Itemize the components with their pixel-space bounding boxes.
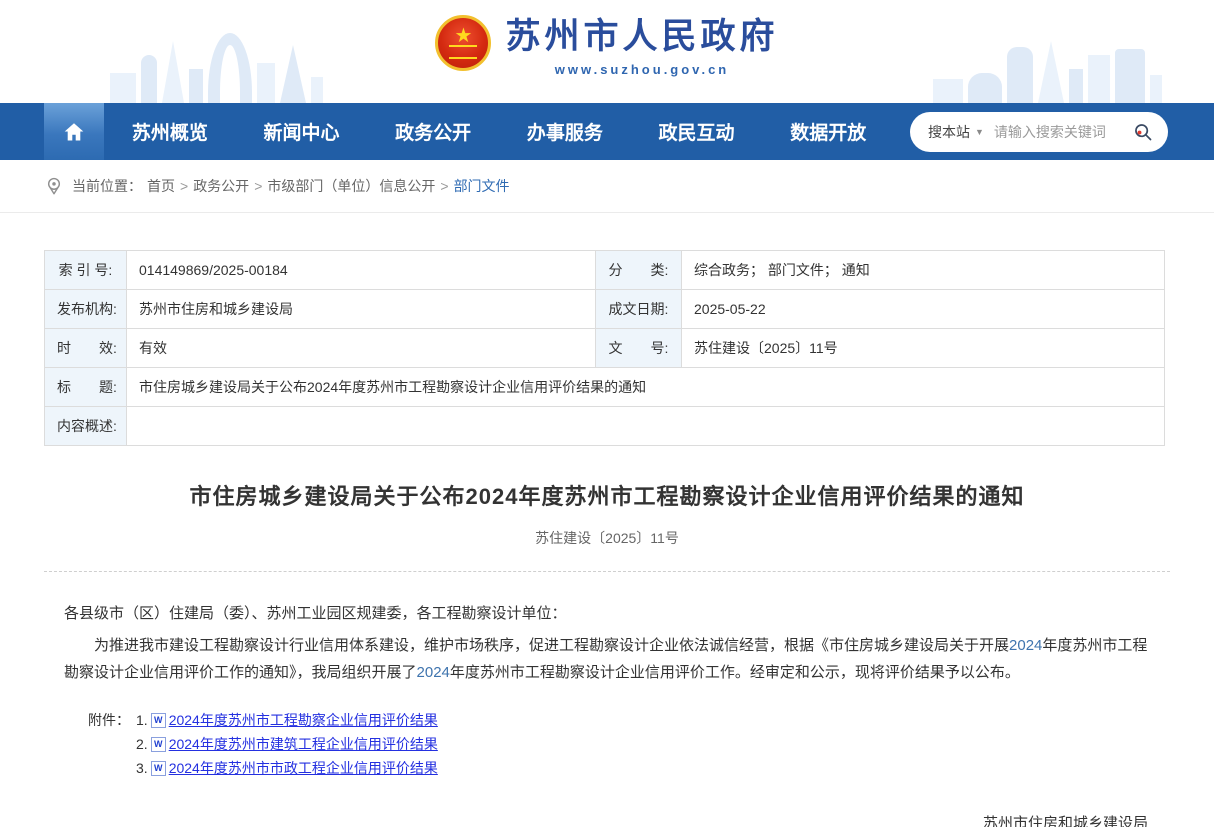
meta-validity-value: 有效 — [127, 329, 596, 368]
nav-item-news[interactable]: 新闻中心 — [236, 118, 368, 145]
attachment-link-3[interactable]: 2024年度苏州市市政工程企业信用评价结果 — [169, 758, 438, 778]
nav-item-services[interactable]: 办事服务 — [499, 118, 631, 145]
location-pin-icon — [44, 176, 64, 196]
doc-icon: W — [151, 713, 166, 728]
breadcrumb-gov-open[interactable]: 政务公开 — [193, 176, 249, 196]
chevron-down-icon: ▼ — [975, 127, 984, 137]
meta-agency-label: 发布机构: — [45, 290, 127, 329]
meta-validity-label: 时 效: — [45, 329, 127, 368]
attachments-label: 附件： — [88, 710, 136, 730]
table-row: 时 效: 有效 文 号: 苏住建设〔2025〕11号 — [45, 329, 1165, 368]
site-title: 苏州市人民政府 — [505, 8, 778, 59]
meta-title-value: 市住房城乡建设局关于公布2024年度苏州市工程勘察设计企业信用评价结果的通知 — [127, 368, 1165, 407]
meta-date-label: 成文日期: — [596, 290, 682, 329]
site-logo[interactable]: ★ 苏州市人民政府 www.suzhou.gov.cn — [0, 8, 1214, 77]
breadcrumb: 当前位置： 首页 > 政务公开 > 市级部门（单位）信息公开 > 部门文件 — [0, 160, 1214, 213]
meta-summary-value — [127, 407, 1165, 446]
table-row: 发布机构: 苏州市住房和城乡建设局 成文日期: 2025-05-22 — [45, 290, 1165, 329]
body-paragraph: 为推进我市建设工程勘察设计行业信用体系建设，维护市场秩序，促进工程勘察设计企业依… — [64, 632, 1150, 686]
meta-title-label: 标 题: — [45, 368, 127, 407]
breadcrumb-prefix: 当前位置： — [72, 176, 142, 196]
nav-item-overview[interactable]: 苏州概览 — [104, 118, 236, 145]
main-nav: 苏州概览 新闻中心 政务公开 办事服务 政民互动 数据开放 搜本站 ▼ — [0, 103, 1214, 160]
breadcrumb-dept-info[interactable]: 市级部门（单位）信息公开 — [267, 176, 435, 196]
signature-block: 苏州市住房和城乡建设局 2025年5月22日 — [0, 810, 1214, 827]
table-row: 标 题: 市住房城乡建设局关于公布2024年度苏州市工程勘察设计企业信用评价结果… — [45, 368, 1165, 407]
search-scope-dropdown[interactable]: 搜本站 ▼ — [928, 122, 984, 142]
nav-item-open-data[interactable]: 数据开放 — [762, 118, 894, 145]
site-banner: ★ 苏州市人民政府 www.suzhou.gov.cn — [0, 0, 1214, 103]
document-number: 苏住建设〔2025〕11号 — [0, 528, 1214, 548]
nav-item-interact[interactable]: 政民互动 — [631, 118, 763, 145]
national-emblem-icon: ★ — [435, 15, 491, 71]
site-url: www.suzhou.gov.cn — [555, 62, 730, 77]
meta-agency-value: 苏州市住房和城乡建设局 — [127, 290, 596, 329]
doc-icon: W — [151, 761, 166, 776]
list-item: 3. W 2024年度苏州市市政工程企业信用评价结果 — [88, 756, 1214, 780]
meta-date-value: 2025-05-22 — [682, 290, 1165, 329]
site-search: 搜本站 ▼ — [910, 112, 1168, 152]
nav-item-gov-open[interactable]: 政务公开 — [367, 118, 499, 145]
meta-index-value: 014149869/2025-00184 — [127, 251, 596, 290]
table-row: 内容概述: — [45, 407, 1165, 446]
document-body: 各县级市（区）住建局（委）、苏州工业园区规建委，各工程勘察设计单位： 为推进我市… — [64, 600, 1150, 686]
home-icon — [62, 120, 86, 144]
doc-icon: W — [151, 737, 166, 752]
divider — [44, 571, 1170, 572]
list-item: 附件： 1. W 2024年度苏州市工程勘察企业信用评价结果 — [88, 708, 1214, 732]
table-row: 索 引 号: 014149869/2025-00184 分 类: 综合政务； 部… — [45, 251, 1165, 290]
home-button[interactable] — [44, 103, 104, 160]
greeting-line: 各县级市（区）住建局（委）、苏州工业园区规建委，各工程勘察设计单位： — [64, 600, 1150, 627]
meta-docno-label: 文 号: — [596, 329, 682, 368]
issuing-agency: 苏州市住房和城乡建设局 — [0, 810, 1148, 827]
document-meta-table: 索 引 号: 014149869/2025-00184 分 类: 综合政务； 部… — [44, 250, 1165, 446]
attachment-link-1[interactable]: 2024年度苏州市工程勘察企业信用评价结果 — [169, 710, 438, 730]
attachments: 附件： 1. W 2024年度苏州市工程勘察企业信用评价结果 2. W 2024… — [88, 708, 1214, 780]
meta-category-value: 综合政务； 部门文件； 通知 — [682, 251, 1165, 290]
search-icon — [1132, 121, 1154, 143]
attachment-link-2[interactable]: 2024年度苏州市建筑工程企业信用评价结果 — [169, 734, 438, 754]
meta-docno-value: 苏住建设〔2025〕11号 — [682, 329, 1165, 368]
breadcrumb-dept-files[interactable]: 部门文件 — [454, 176, 510, 196]
list-item: 2. W 2024年度苏州市建筑工程企业信用评价结果 — [88, 732, 1214, 756]
meta-summary-label: 内容概述: — [45, 407, 127, 446]
nav-items: 苏州概览 新闻中心 政务公开 办事服务 政民互动 数据开放 — [104, 118, 894, 145]
meta-index-label: 索 引 号: — [45, 251, 127, 290]
page-title: 市住房城乡建设局关于公布2024年度苏州市工程勘察设计企业信用评价结果的通知 — [0, 479, 1214, 511]
breadcrumb-home[interactable]: 首页 — [147, 176, 175, 196]
search-input[interactable] — [994, 124, 1132, 140]
search-button[interactable] — [1132, 121, 1154, 143]
meta-category-label: 分 类: — [596, 251, 682, 290]
